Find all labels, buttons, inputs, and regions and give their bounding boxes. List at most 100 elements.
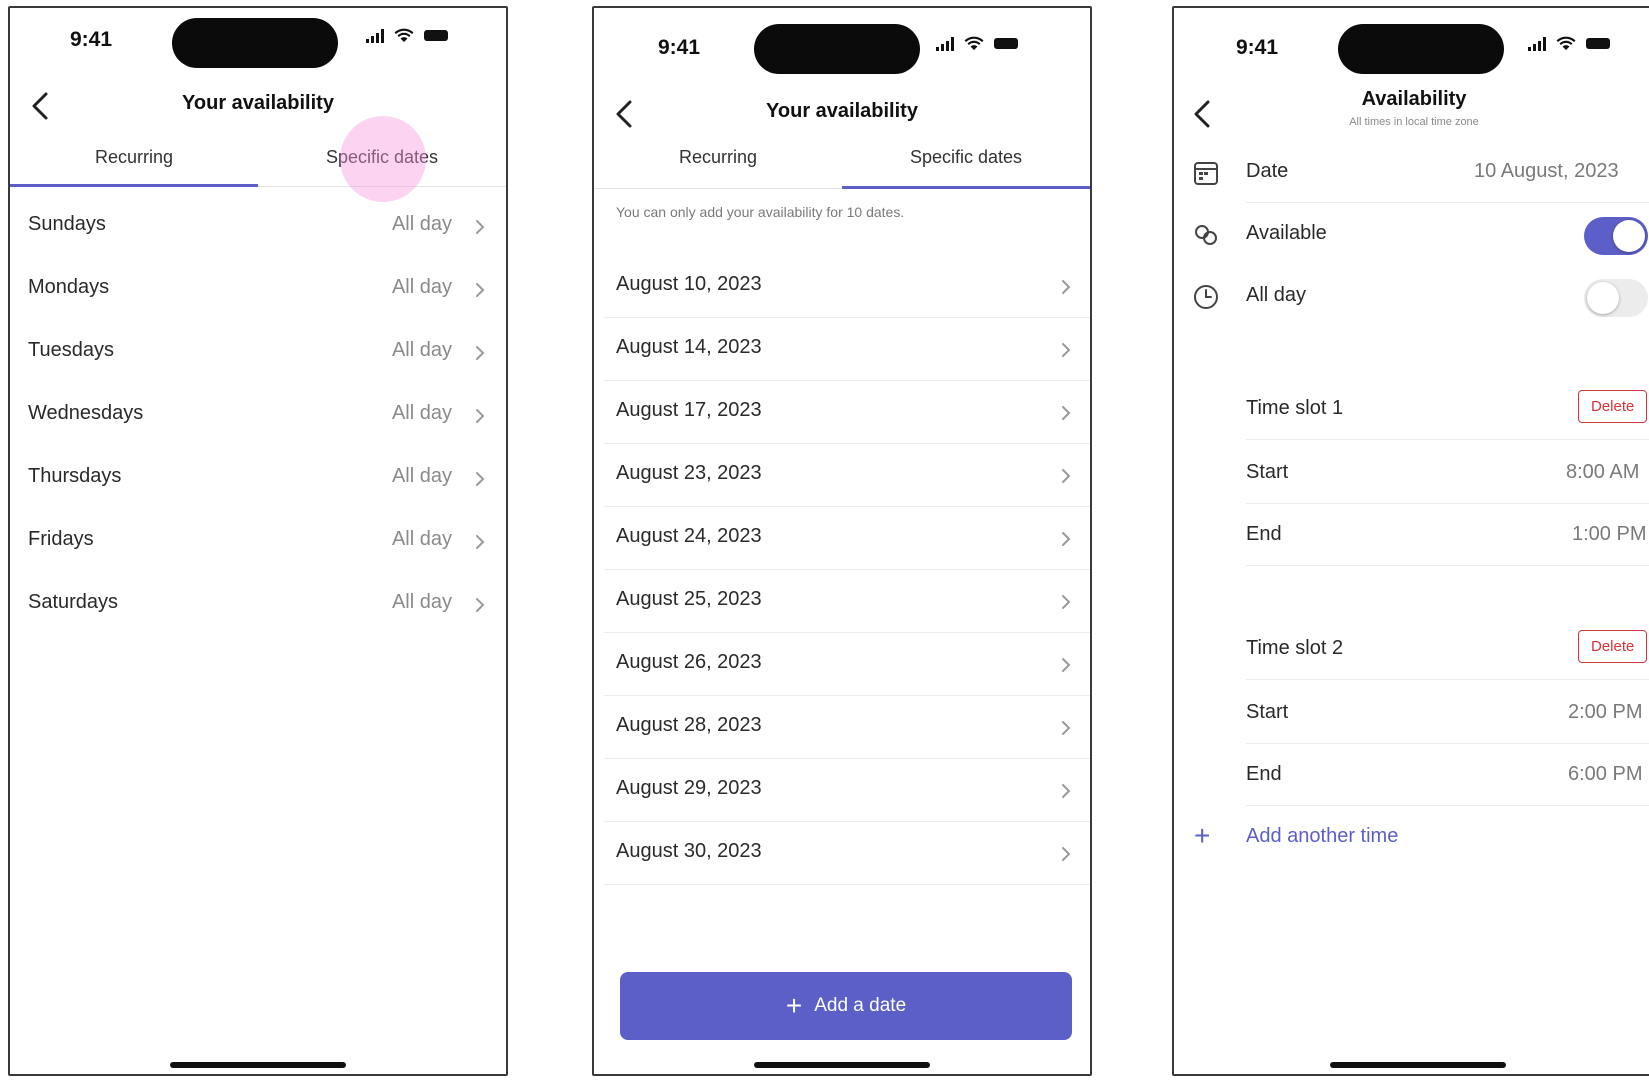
date-row[interactable]: August 23, 2023: [604, 443, 1090, 507]
wifi-icon: [394, 28, 414, 42]
battery-icon: [424, 30, 448, 41]
date-label: August 24, 2023: [616, 525, 762, 547]
day-row[interactable]: Mondays All day: [10, 257, 506, 320]
time-slot-2-end[interactable]: End 6:00 PM: [1174, 744, 1649, 806]
home-indicator: [170, 1062, 346, 1068]
day-row[interactable]: Wednesdays All day: [10, 383, 506, 446]
start-value: 8:00 AM: [1566, 461, 1640, 483]
available-label: Available: [1246, 222, 1327, 244]
home-indicator: [1330, 1062, 1506, 1068]
date-row[interactable]: August 30, 2023: [604, 821, 1090, 885]
clock-icon: [1194, 285, 1218, 309]
date-label: August 10, 2023: [616, 273, 762, 295]
plus-icon: +: [1194, 820, 1211, 851]
add-date-label: Add a date: [814, 995, 907, 1016]
available-toggle[interactable]: [1584, 217, 1648, 255]
day-row[interactable]: Fridays All day: [10, 509, 506, 572]
day-row[interactable]: Saturdays All day: [10, 572, 506, 635]
day-row[interactable]: Tuesdays All day: [10, 320, 506, 383]
dynamic-island: [1338, 24, 1504, 74]
allday-toggle[interactable]: [1584, 279, 1648, 317]
signal-icon: [1528, 36, 1546, 51]
chevron-right-icon: [1062, 784, 1071, 798]
dynamic-island: [754, 24, 920, 74]
date-row[interactable]: August 24, 2023: [604, 506, 1090, 570]
chevron-right-icon: [476, 598, 485, 612]
day-label: Thursdays: [28, 465, 122, 487]
add-another-time-button[interactable]: + Add another time: [1174, 808, 1649, 864]
time-slot-1-start[interactable]: Start 8:00 AM: [1174, 442, 1649, 504]
date-value: 10 August, 2023: [1474, 160, 1619, 182]
chevron-right-icon: [476, 409, 485, 423]
time-slot-1-end[interactable]: End 1:00 PM: [1174, 504, 1649, 566]
day-value: All day: [391, 339, 452, 361]
date-row[interactable]: August 28, 2023: [604, 695, 1090, 759]
add-date-button[interactable]: + Add a date: [620, 972, 1072, 1040]
time-slot-2-header: Time slot 2 Delete: [1174, 618, 1649, 680]
day-value: All day: [391, 528, 452, 550]
tab-recurring[interactable]: Recurring: [10, 134, 258, 187]
date-label: August 26, 2023: [616, 651, 762, 673]
date-label: August 30, 2023: [616, 840, 762, 862]
day-label: Saturdays: [28, 591, 119, 613]
date-row[interactable]: August 10, 2023: [604, 254, 1090, 318]
touch-indicator: [340, 116, 426, 202]
day-value: All day: [391, 465, 452, 487]
page-subtitle: All times in local time zone: [1349, 116, 1479, 128]
battery-icon: [994, 38, 1018, 49]
date-row[interactable]: August 26, 2023: [604, 632, 1090, 696]
date-row[interactable]: August 25, 2023: [604, 569, 1090, 633]
date-label: August 29, 2023: [616, 777, 762, 799]
toggle-knob: [1613, 220, 1645, 252]
nav-bar: Your availability: [10, 78, 506, 134]
time-slot-2-start[interactable]: Start 2:00 PM: [1174, 682, 1649, 744]
phone-screen-availability-detail: 9:41 Availability All times in local tim…: [1172, 6, 1649, 1076]
day-label: Tuesdays: [28, 339, 114, 361]
signal-icon: [936, 36, 954, 51]
nav-bar: Availability All times in local time zon…: [1174, 86, 1649, 142]
date-row[interactable]: August 17, 2023: [604, 380, 1090, 444]
chevron-right-icon: [476, 346, 485, 360]
day-value: All day: [391, 276, 452, 298]
battery-icon: [1586, 38, 1610, 49]
date-row[interactable]: August 29, 2023: [604, 758, 1090, 822]
status-time: 9:41: [1236, 36, 1279, 59]
toggle-knob: [1587, 282, 1619, 314]
delete-slot-button[interactable]: Delete: [1578, 630, 1648, 663]
signal-icon: [366, 28, 384, 43]
tab-recurring[interactable]: Recurring: [594, 134, 842, 188]
end-value: 1:00 PM: [1572, 523, 1647, 545]
day-row[interactable]: Thursdays All day: [10, 446, 506, 509]
date-row[interactable]: Date 10 August, 2023: [1174, 141, 1649, 203]
chevron-right-icon: [1062, 406, 1071, 420]
phone-screen-specific-dates: 9:41 Your availability Recurring Specifi…: [592, 6, 1092, 1076]
tab-specific-dates[interactable]: Specific dates: [842, 134, 1090, 189]
day-label: Fridays: [28, 528, 94, 550]
start-value: 2:00 PM: [1568, 701, 1643, 723]
time-slot-1-header: Time slot 1 Delete: [1174, 378, 1649, 440]
dynamic-island: [172, 18, 338, 68]
chevron-right-icon: [1062, 532, 1071, 546]
phone-screen-recurring: 9:41 Your availability Recurring Specifi…: [8, 6, 508, 1076]
plus-icon: +: [785, 990, 803, 1021]
day-row[interactable]: Sundays All day: [10, 194, 506, 257]
chevron-right-icon: [476, 472, 485, 486]
home-indicator: [754, 1062, 930, 1068]
day-label: Wednesdays: [28, 402, 144, 424]
start-label: Start: [1246, 701, 1289, 723]
date-label: August 25, 2023: [616, 588, 762, 610]
wifi-icon: [1556, 36, 1576, 50]
status-icons: [366, 28, 448, 43]
chevron-right-icon: [1062, 847, 1071, 861]
date-label: August 17, 2023: [616, 399, 762, 421]
day-label: Mondays: [28, 276, 110, 298]
day-value: All day: [391, 591, 452, 613]
link-icon: [1195, 225, 1217, 245]
status-bar: 9:41: [1174, 8, 1649, 88]
chevron-right-icon: [476, 220, 485, 234]
date-row[interactable]: August 14, 2023: [604, 317, 1090, 381]
status-bar: 9:41: [10, 8, 506, 88]
status-icons: [1528, 36, 1610, 51]
delete-slot-button[interactable]: Delete: [1578, 390, 1648, 423]
time-slot-label: Time slot 2: [1246, 637, 1344, 659]
